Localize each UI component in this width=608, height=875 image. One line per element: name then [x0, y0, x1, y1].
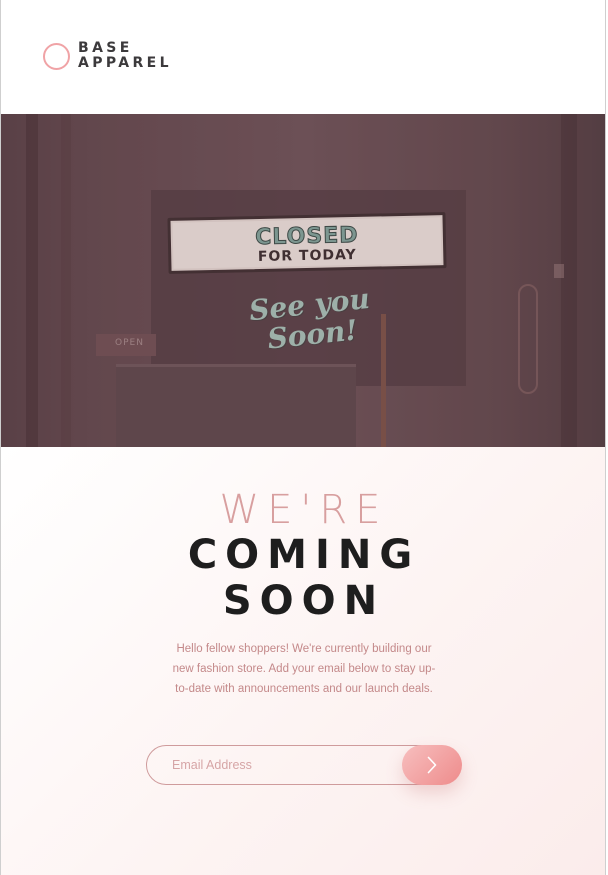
hero-tint-overlay: [1, 114, 605, 447]
headline-coming: COMING: [187, 532, 421, 578]
brand-logo[interactable]: BASE APPAREL: [43, 40, 172, 72]
logo-line-1: BASE: [78, 40, 133, 56]
email-signup-form: [146, 745, 462, 785]
chevron-right-icon: [427, 756, 437, 774]
logo-line-2: APPAREL: [78, 55, 172, 71]
headline-were: WE'RE: [219, 487, 389, 533]
site-header: BASE APPAREL: [1, 0, 605, 114]
email-field[interactable]: [146, 745, 446, 785]
main-content: WE'RE COMING SOON Hello fellow shoppers!…: [1, 447, 605, 875]
logo-ring-icon: [43, 42, 70, 70]
headline-soon: SOON: [222, 578, 386, 624]
logo-wordmark: BASE APPAREL: [78, 41, 172, 71]
description-text: Hello fellow shoppers! We're currently b…: [172, 643, 436, 695]
page-frame: BASE APPAREL OPEN CLOSED FOR TODAY See y…: [0, 0, 606, 875]
hero-image: OPEN CLOSED FOR TODAY See you Soon!: [1, 114, 605, 447]
submit-button[interactable]: [402, 745, 462, 785]
